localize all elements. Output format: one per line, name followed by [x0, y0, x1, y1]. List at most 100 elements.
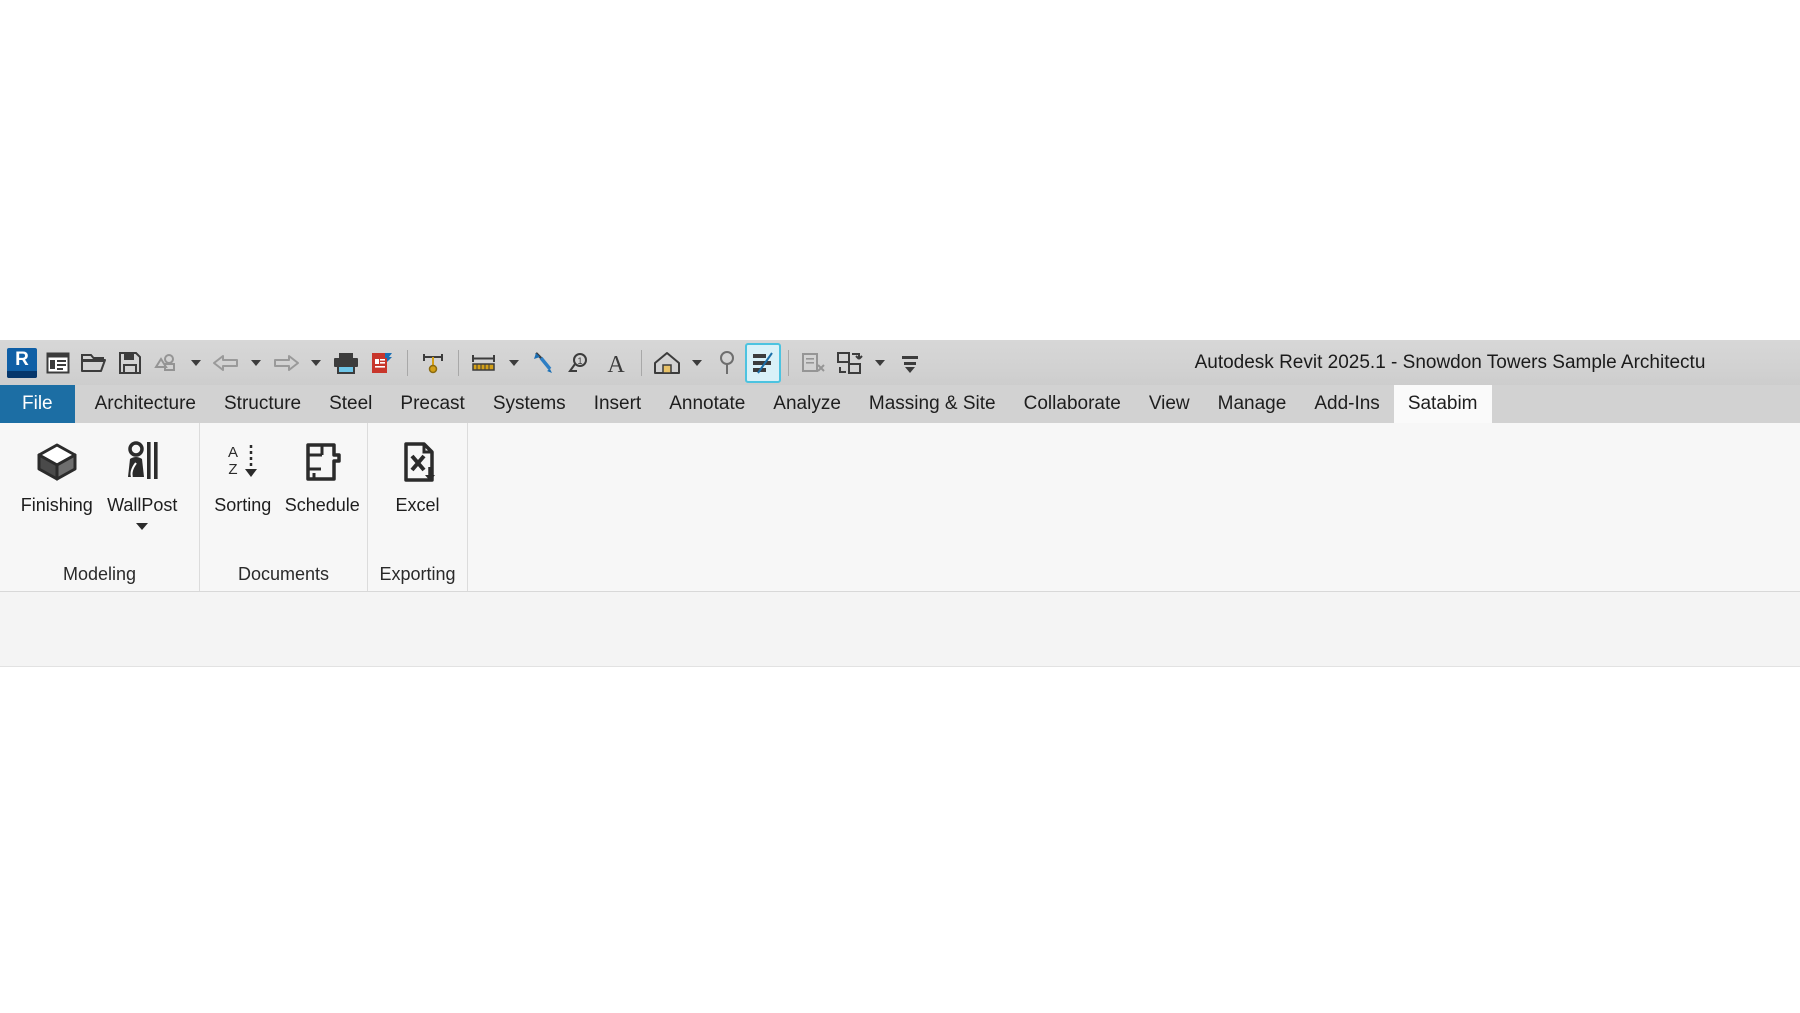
text-a-icon: A	[607, 352, 625, 376]
switch-windows-icon	[837, 351, 863, 374]
tab-steel[interactable]: Steel	[315, 385, 386, 423]
dimension-dropdown-button[interactable]	[502, 343, 526, 383]
revit-r-logo: R	[7, 347, 37, 378]
tab-add-ins-label: Add-Ins	[1314, 393, 1380, 414]
tab-file[interactable]: File	[0, 385, 75, 423]
undo-arrow-icon	[213, 354, 238, 371]
toolbar-separator	[641, 349, 642, 376]
switch-windows-button[interactable]	[832, 343, 868, 383]
revit-home-logo[interactable]: R	[4, 343, 40, 383]
ribbon-panel-documents: A Z Sorting Schedule Documents	[200, 423, 368, 591]
close-inactive-views-button[interactable]	[364, 343, 400, 383]
close-hidden-windows-button[interactable]	[796, 343, 832, 383]
tab-systems[interactable]: Systems	[479, 385, 580, 423]
default-3d-view-button[interactable]	[649, 343, 685, 383]
tab-massing-and-site-label: Massing & Site	[868, 393, 996, 414]
qat-overflow-icon	[902, 355, 918, 373]
cube-3d-icon	[31, 437, 83, 489]
house-3d-icon	[654, 351, 680, 374]
print-button[interactable]	[328, 343, 364, 383]
excel-export-button-label: Excel	[395, 495, 440, 515]
tab-precast[interactable]: Precast	[386, 385, 478, 423]
wallpost-button-label: WallPost	[107, 495, 178, 515]
customize-qat-button[interactable]	[892, 343, 928, 383]
finishing-button[interactable]: Finishing	[14, 433, 100, 516]
tab-add-ins[interactable]: Add-Ins	[1300, 385, 1393, 423]
wall-post-icon	[116, 437, 168, 489]
spot-elevation-icon: 1	[568, 352, 587, 372]
section-view-button[interactable]	[709, 343, 745, 383]
new-project-icon	[46, 352, 70, 373]
options-bar-area	[0, 592, 1800, 667]
open-project-button[interactable]	[76, 343, 112, 383]
tab-collaborate-label: Collaborate	[1023, 393, 1121, 414]
save-project-button[interactable]	[112, 343, 148, 383]
ribbon-tab-strip: File Architecture Structure Steel Precas…	[0, 385, 1800, 423]
tab-analyze-label: Analyze	[773, 393, 841, 414]
sync-dropdown-button[interactable]	[184, 343, 208, 383]
caret-down-icon	[509, 359, 519, 366]
tab-structure[interactable]: Structure	[210, 385, 315, 423]
excel-export-button[interactable]: Excel	[370, 433, 465, 516]
switch-windows-dropdown-button[interactable]	[868, 343, 892, 383]
tab-analyze[interactable]: Analyze	[759, 385, 855, 423]
tab-manage-label: Manage	[1217, 393, 1287, 414]
panel-documents-body: A Z Sorting Schedule	[200, 423, 367, 557]
excel-export-icon	[392, 437, 444, 489]
aligned-dimension-button[interactable]	[466, 343, 502, 383]
toolbar-separator	[407, 349, 408, 376]
wallpost-button[interactable]: WallPost	[100, 433, 186, 530]
caret-down-icon	[311, 359, 321, 366]
toolbar-separator	[788, 349, 789, 376]
spot-elevation-button[interactable]: 1	[562, 343, 598, 383]
tab-view-label: View	[1148, 393, 1190, 414]
revit-logo-base	[7, 370, 37, 378]
redo-dropdown-button[interactable]	[304, 343, 328, 383]
tab-view[interactable]: View	[1135, 385, 1204, 423]
tab-insert-label: Insert	[593, 393, 642, 414]
view-dropdown-button[interactable]	[685, 343, 709, 383]
new-project-button[interactable]	[40, 343, 76, 383]
tab-architecture[interactable]: Architecture	[81, 385, 210, 423]
close-window-icon	[802, 352, 825, 372]
tab-collaborate[interactable]: Collaborate	[1010, 385, 1135, 423]
toolbar-separator	[458, 349, 459, 376]
save-floppy-icon	[119, 351, 141, 374]
ribbon-panel-modeling: Finishing WallPost Modeling	[0, 423, 200, 591]
undo-button[interactable]	[208, 343, 244, 383]
ribbon-empty-area	[468, 423, 1800, 591]
panel-modeling-body: Finishing WallPost	[0, 423, 199, 557]
caret-down-icon	[191, 359, 201, 366]
schedule-button[interactable]: Schedule	[282, 433, 363, 516]
measure-between-references-button[interactable]	[415, 343, 451, 383]
tab-annotate[interactable]: Annotate	[655, 385, 759, 423]
panel-exporting-title: Exporting	[379, 564, 456, 584]
measure-references-icon	[423, 353, 443, 373]
tab-structure-label: Structure	[224, 393, 302, 414]
printer-icon	[334, 352, 358, 374]
text-note-button[interactable]: A	[598, 343, 634, 383]
aligned-dimension-icon	[472, 354, 495, 371]
sorting-button[interactable]: A Z Sorting	[204, 433, 282, 516]
tab-satabim-label: Satabim	[1407, 393, 1478, 414]
caret-down-icon	[251, 359, 261, 366]
undo-dropdown-button[interactable]	[244, 343, 268, 383]
wallpost-dropdown-caret-icon[interactable]	[136, 523, 149, 530]
tab-systems-label: Systems	[492, 393, 566, 414]
tag-by-category-button[interactable]	[526, 343, 562, 383]
tab-satabim[interactable]: Satabim	[1393, 385, 1492, 423]
thin-lines-icon	[753, 351, 773, 374]
sync-with-central-button[interactable]	[148, 343, 184, 383]
sort-az-icon: A Z	[217, 437, 269, 489]
tab-insert[interactable]: Insert	[580, 385, 656, 423]
svg-text:A: A	[607, 352, 625, 376]
redo-button[interactable]	[268, 343, 304, 383]
caret-down-icon	[692, 359, 702, 366]
open-folder-icon	[81, 353, 106, 372]
close-views-icon	[372, 352, 392, 373]
thin-lines-button[interactable]	[745, 342, 781, 383]
schedule-button-label: Schedule	[284, 495, 360, 515]
tab-manage[interactable]: Manage	[1204, 385, 1301, 423]
tab-massing-and-site[interactable]: Massing & Site	[855, 385, 1010, 423]
tab-file-label: File	[22, 393, 53, 414]
